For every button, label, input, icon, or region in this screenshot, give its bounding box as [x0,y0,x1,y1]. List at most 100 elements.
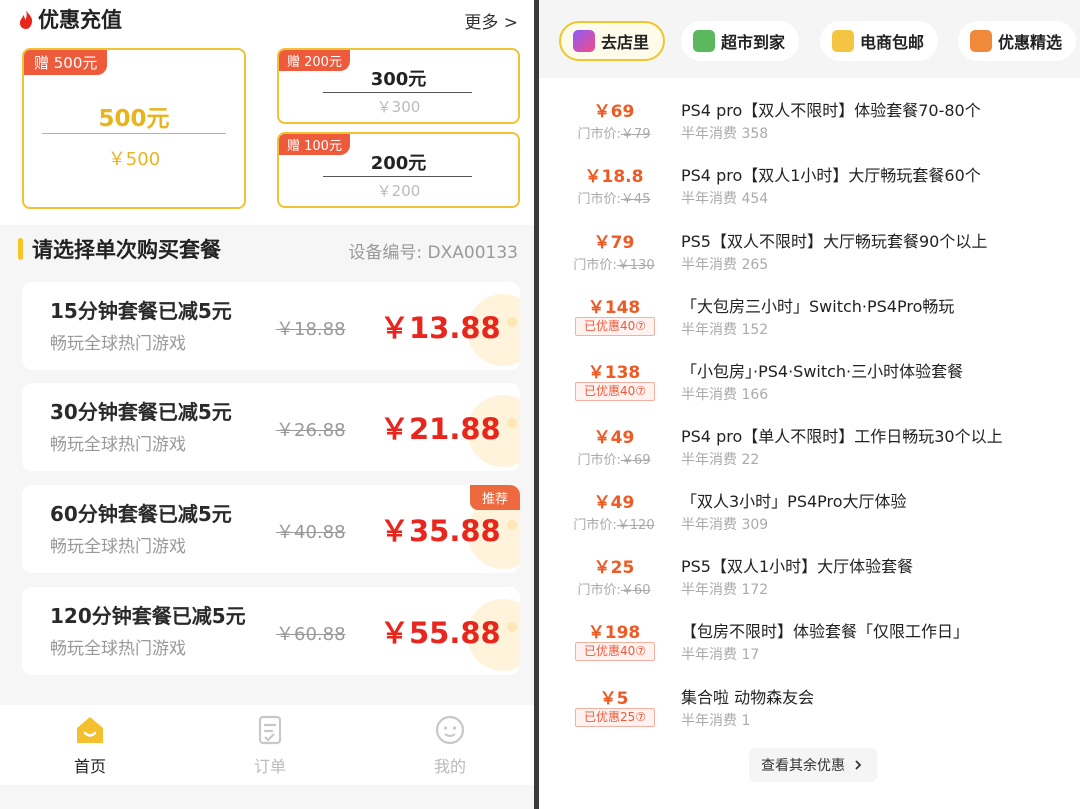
category-chips: 去店里 超市到家 电商包邮 优惠精选 [539,0,1080,78]
package-subtitle: 畅玩全球热门游戏 [50,435,186,455]
deal-item[interactable]: ￥25 门市价:￥60 PS5【双人1小时】大厅体验套餐 半年消费 172 [539,553,1080,618]
deal-sales: 半年消费 265 [681,257,769,273]
package-title: 请选择单次购买套餐 [32,238,221,262]
deal-title: 「小包房」·PS4·Switch·三小时体验套餐 [681,362,964,381]
tab-profile[interactable]: 我的 [410,713,490,777]
deal-price: ￥79 [593,233,635,253]
card-divider [323,176,472,177]
deal-sales: 半年消费 454 [681,191,769,207]
deal-sales: 半年消费 17 [681,647,760,663]
more-link[interactable]: 更多 > [464,8,518,33]
deal-title: 「双人3小时」PS4Pro大厅体验 [681,492,907,511]
recharge-amount: 500元 [98,106,170,132]
store-price: 门市价:￥79 [577,127,651,142]
deal-price: ￥49 [593,428,635,448]
deal-price: ￥5 [599,689,629,709]
recharge-card-300[interactable]: 赠 200元 300元 ￥300 [277,48,520,124]
store-price: 门市价:￥45 [577,192,651,207]
tab-home[interactable]: 首页 [50,713,130,777]
deal-title: PS5【双人不限时】大厅畅玩套餐90个以上 [681,232,988,251]
deal-sales: 半年消费 166 [681,387,769,403]
tab-label: 订单 [253,757,286,776]
package-name: 60分钟套餐已减5元 [50,502,232,526]
deal-title: PS4 pro【双人不限时】体验套餐70-80个 [681,101,981,120]
package-original-price: ￥60.88 [276,624,346,645]
section-title-text: 优惠充值 [38,8,122,32]
recharge-card-200[interactable]: 赠 100元 200元 ￥200 [277,132,520,208]
tab-orders[interactable]: 订单 [230,713,310,777]
recharge-amount: 200元 [370,153,427,174]
flame-icon [19,9,33,29]
deal-item[interactable]: ￥5 已优惠25⑦ 集合啦 动物森友会 半年消费 1 [539,684,1080,749]
package-price: ￥55.88 [380,616,501,650]
deal-item[interactable]: ￥18.8 门市价:￥45 PS4 pro【双人1小时】大厅畅玩套餐60个 半年… [539,162,1080,227]
deal-item[interactable]: ￥138 已优惠40⑦ 「小包房」·PS4·Switch·三小时体验套餐 半年消… [539,358,1080,423]
discount-badge: 已优惠40⑦ [575,382,655,401]
deal-item[interactable]: ￥69 门市价:￥79 PS4 pro【双人不限时】体验套餐70-80个 半年消… [539,97,1080,162]
deal-item[interactable]: ￥198 已优惠40⑦ 【包房不限时】体验套餐「仅限工作日」 半年消费 17 [539,618,1080,683]
chip-featured[interactable]: 优惠精选 [958,21,1077,61]
package-item[interactable]: 120分钟套餐已减5元 畅玩全球热门游戏 ￥60.88 ￥55.88 [22,587,520,675]
deal-price: ￥148 [587,298,641,318]
package-header: 请选择单次购买套餐 [18,234,221,264]
screenshot-root: 优惠充值 更多 > 赠 500元 500元 ￥500 赠 200元 300元 ￥… [0,0,1080,809]
see-more-label: 查看其余优惠 [761,758,845,774]
device-number: 设备编号: DXA00133 [348,243,518,263]
recharge-amount: 300元 [370,69,427,90]
chip-ecommerce[interactable]: 电商包邮 [820,21,939,61]
recharge-price: ￥500 [107,149,161,170]
section-title: 优惠充值 [18,4,122,34]
deal-sales: 半年消费 358 [681,126,769,142]
package-original-price: ￥26.88 [276,420,346,441]
deal-sales: 半年消费 309 [681,517,769,533]
deal-title: PS4 pro【双人1小时】大厅畅玩套餐60个 [681,166,981,185]
discount-badge: 已优惠40⑦ [575,642,655,661]
package-item[interactable]: 15分钟套餐已减5元 畅玩全球热门游戏 ￥18.88 ￥13.88 [22,282,520,370]
deal-price: ￥138 [587,363,641,383]
chevron-right-icon [855,760,862,770]
store-price: 门市价:￥130 [573,258,655,273]
deal-item[interactable]: ￥49 门市价:￥69 PS4 pro【单人不限时】工作日畅玩30个以上 半年消… [539,423,1080,488]
package-price: ￥13.88 [380,311,501,345]
package-name: 30分钟套餐已减5元 [50,400,232,424]
package-name: 120分钟套餐已减5元 [50,604,246,628]
deal-item[interactable]: ￥148 已优惠40⑦ 「大包房三小时」Switch·PS4Pro畅玩 半年消费… [539,293,1080,358]
chip-supermarket[interactable]: 超市到家 [681,21,800,61]
deal-price: ￥18.8 [584,167,644,187]
deals-panel: 去店里 超市到家 电商包邮 优惠精选 ￥69 门市价:￥79 PS4 pro【双… [539,0,1080,809]
deal-title: 【包房不限时】体验套餐「仅限工作日」 [681,622,970,641]
package-subtitle: 畅玩全球热门游戏 [50,537,186,557]
package-price: ￥21.88 [380,412,501,446]
deal-price: ￥69 [593,102,635,122]
deal-title: PS4 pro【单人不限时】工作日畅玩30个以上 [681,427,1003,446]
package-subtitle: 畅玩全球热门游戏 [50,639,186,659]
deal-item[interactable]: ￥79 门市价:￥130 PS5【双人不限时】大厅畅玩套餐90个以上 半年消费 … [539,228,1080,293]
bottom-strip [0,785,534,809]
see-more-button[interactable]: 查看其余优惠 [749,748,877,782]
deal-sales: 半年消费 1 [681,713,751,729]
recharge-card-500[interactable]: 赠 500元 500元 ￥500 [22,48,246,209]
accent-bar [18,238,23,260]
package-price: ￥35.88 [380,514,501,548]
discount-badge: 已优惠25⑦ [575,708,655,727]
deal-item[interactable]: ￥49 门市价:￥120 「双人3小时」PS4Pro大厅体验 半年消费 309 [539,488,1080,553]
package-item[interactable]: 30分钟套餐已减5元 畅玩全球热门游戏 ￥26.88 ￥21.88 [22,383,520,471]
deal-sales: 半年消费 22 [681,452,760,468]
package-item[interactable]: 推荐 60分钟套餐已减5元 畅玩全球热门游戏 ￥40.88 ￥35.88 [22,485,520,573]
recharge-price: ￥200 [376,182,421,200]
deal-sales: 半年消费 172 [681,582,769,598]
chip-label: 电商包邮 [860,33,925,52]
package-original-price: ￥18.88 [276,319,346,340]
deal-price: ￥25 [593,558,635,578]
deal-title: 集合啦 动物森友会 [681,688,815,707]
recharge-price: ￥300 [376,98,421,116]
recharge-panel: 优惠充值 更多 > 赠 500元 500元 ￥500 赠 200元 300元 ￥… [0,0,534,809]
package-subtitle: 畅玩全球热门游戏 [50,334,186,354]
deal-price: ￥198 [587,623,641,643]
chip-label: 去店里 [601,33,650,52]
basket-icon [693,30,715,52]
chip-store[interactable]: 去店里 [559,21,666,61]
bag-icon [970,30,992,52]
store-price: 门市价:￥69 [577,453,651,468]
discount-badge: 已优惠40⑦ [575,317,655,336]
